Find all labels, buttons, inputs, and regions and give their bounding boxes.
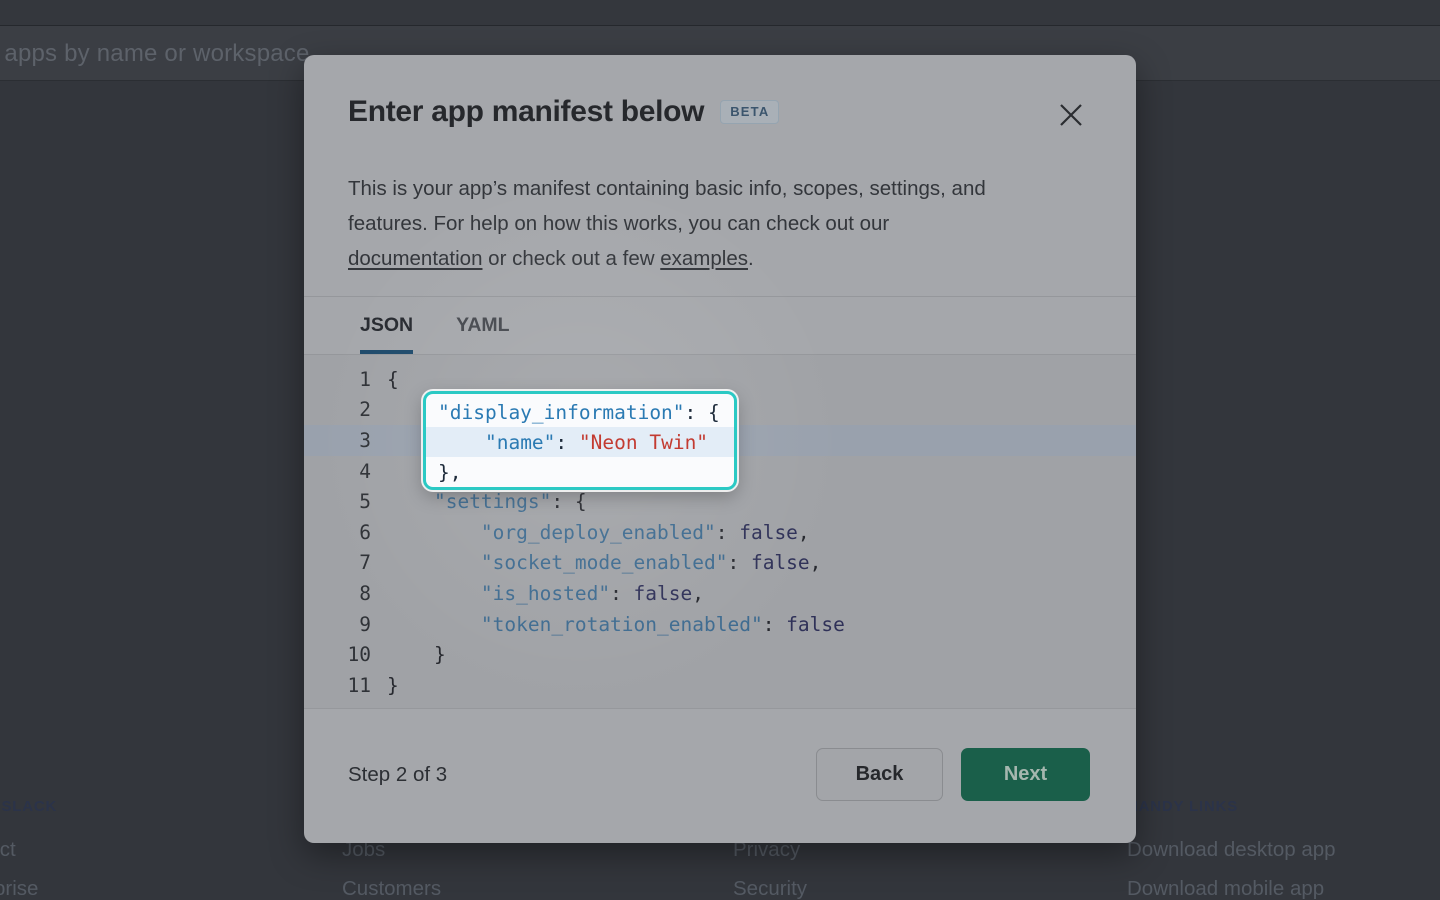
spotlight-code-line: "name": "Neon Twin" [426, 427, 734, 457]
code-token: , [810, 551, 822, 574]
footer-link[interactable]: Security [733, 877, 807, 900]
code-line: 11} [304, 670, 1136, 701]
line-number: 10 [304, 643, 371, 666]
code-token: } [387, 674, 399, 697]
search-apps-input[interactable]: Filter apps by name or workspace [0, 40, 310, 68]
examples-link[interactable]: examples [660, 247, 748, 270]
line-number: 7 [304, 551, 371, 574]
code-text: } [387, 643, 446, 666]
description-line: This is your app’s manifest containing b… [348, 171, 1088, 206]
code-token: : { [551, 490, 586, 513]
description-line: features. For help on how this works, yo… [348, 206, 1088, 241]
footer-link[interactable]: Customers [342, 877, 441, 900]
spotlight-code-line: "display_information": { [426, 397, 734, 427]
code-line: 10 } [304, 639, 1136, 670]
description-text: This is your app’s manifest containing b… [348, 177, 986, 200]
code-line: 1{ [304, 364, 1136, 395]
manifest-format-tabs: JSON YAML [304, 296, 1136, 355]
line-number: 8 [304, 582, 371, 605]
code-token: : [763, 613, 786, 636]
code-token: : [727, 551, 750, 574]
step-indicator: Step 2 of 3 [348, 763, 447, 787]
next-button[interactable]: Next [961, 748, 1090, 801]
line-number: 6 [304, 521, 371, 544]
code-token: }, [438, 461, 461, 484]
code-token: "Neon Twin" [579, 431, 708, 454]
code-token: "settings" [434, 490, 551, 513]
page: Filter apps by name or workspace USING S… [0, 0, 1440, 900]
description-text: features. For help on how this works, yo… [348, 212, 889, 235]
tab-yaml[interactable]: YAML [456, 297, 509, 354]
footer-link[interactable]: Product [0, 838, 16, 862]
code-text: } [387, 674, 399, 697]
close-icon [1058, 102, 1084, 128]
code-line: 6 "org_deploy_enabled": false, [304, 517, 1136, 548]
code-text: "org_deploy_enabled": false, [387, 521, 810, 544]
code-text: "is_hosted": false, [387, 582, 704, 605]
modal-title: Enter app manifest below [348, 95, 704, 129]
line-number: 9 [304, 613, 371, 636]
spotlight-highlight-box: "display_information": { "name": "Neon T… [423, 391, 737, 490]
code-line: 8 "is_hosted": false, [304, 578, 1136, 609]
code-token [387, 551, 481, 574]
code-token: false [751, 551, 810, 574]
code-token: "is_hosted" [481, 582, 610, 605]
description-text: or check out a few [482, 247, 660, 270]
line-number: 5 [304, 490, 371, 513]
code-token: "socket_mode_enabled" [481, 551, 728, 574]
browser-top-band [0, 0, 1440, 26]
code-token [387, 582, 481, 605]
code-token: : { [685, 401, 720, 424]
documentation-link[interactable]: documentation [348, 247, 482, 270]
code-text: "token_rotation_enabled": false [387, 613, 845, 636]
code-token [387, 613, 481, 636]
code-token [438, 431, 485, 454]
code-line: 9 "token_rotation_enabled": false [304, 609, 1136, 640]
code-token: : [610, 582, 633, 605]
code-token: } [387, 643, 446, 666]
code-token: : [716, 521, 739, 544]
code-token: { [387, 368, 399, 391]
description-text: . [748, 247, 754, 270]
code-token: false [786, 613, 845, 636]
code-text: { [387, 368, 399, 391]
footer-column-header: HANDY LINKS [1127, 798, 1238, 815]
code-line: 7 "socket_mode_enabled": false, [304, 548, 1136, 579]
footer-column-header: USING SLACK [0, 798, 57, 815]
spotlight-code-line: }, [426, 457, 734, 487]
footer-link[interactable]: Enterprise [0, 877, 38, 900]
code-line: 5 "settings": { [304, 486, 1136, 517]
modal-description: This is your app’s manifest containing b… [348, 171, 1088, 276]
line-number: 11 [304, 674, 371, 697]
code-token: , [798, 521, 810, 544]
description-line: documentation or check out a few example… [348, 241, 1088, 276]
line-number: 2 [304, 398, 371, 421]
line-number: 1 [304, 368, 371, 391]
tab-json[interactable]: JSON [360, 297, 413, 354]
code-token: "name" [485, 431, 555, 454]
beta-badge: BETA [720, 100, 779, 124]
footer-link[interactable]: Download mobile app [1127, 877, 1324, 900]
code-token: "org_deploy_enabled" [481, 521, 716, 544]
code-token: false [739, 521, 798, 544]
code-token: "display_information" [438, 401, 685, 424]
close-button[interactable] [1053, 97, 1089, 133]
code-token [387, 490, 434, 513]
modal-header: Enter app manifest below BETA [348, 95, 1092, 129]
code-token: , [692, 582, 704, 605]
code-text: "socket_mode_enabled": false, [387, 551, 821, 574]
code-token [387, 521, 481, 544]
back-button[interactable]: Back [816, 748, 943, 801]
code-token: "token_rotation_enabled" [481, 613, 763, 636]
code-token: false [634, 582, 693, 605]
footer-link[interactable]: Download desktop app [1127, 838, 1336, 862]
code-text: "settings": { [387, 490, 587, 513]
line-number: 4 [304, 460, 371, 483]
code-token: : [555, 431, 578, 454]
line-number: 3 [304, 429, 371, 452]
